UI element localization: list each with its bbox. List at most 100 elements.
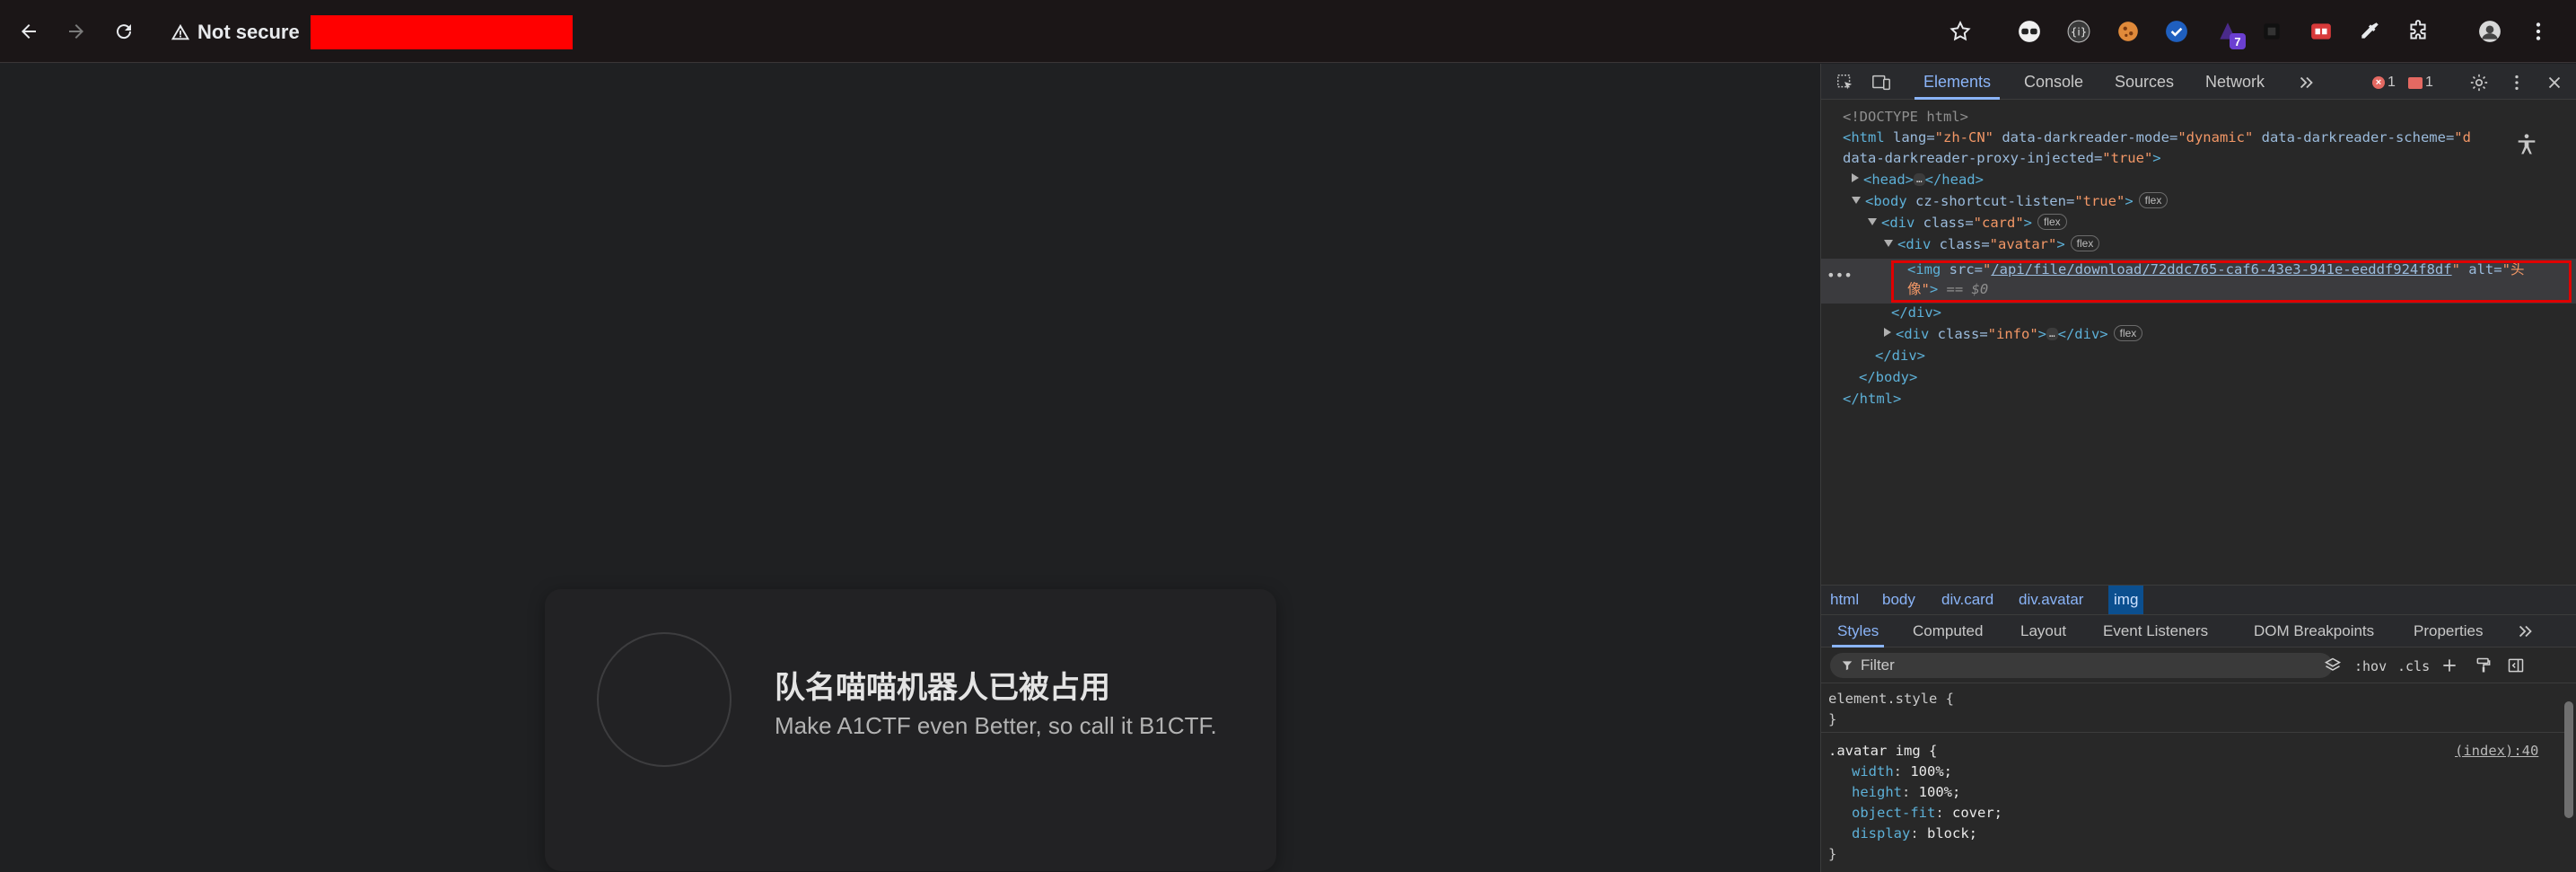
message-counter[interactable]: 1 xyxy=(2408,73,2433,92)
profile-avatar-button[interactable] xyxy=(2475,17,2504,46)
styles-filter-input[interactable] xyxy=(1861,656,2309,674)
dom-div-card[interactable]: <div class="card"> flex xyxy=(1868,213,2067,233)
breadcrumb-div-avatar[interactable]: div.avatar xyxy=(2013,586,2089,614)
bookmark-star-button[interactable] xyxy=(1946,17,1975,46)
forward-button[interactable] xyxy=(60,15,92,48)
extension-darkreader-button[interactable] xyxy=(2015,17,2044,46)
grid-square-icon xyxy=(2264,23,2280,40)
kebab-menu-icon xyxy=(2515,75,2519,91)
dom-div-info[interactable]: <div class="info">… </div> flex xyxy=(1884,324,2143,344)
hov-toggle[interactable]: :hov xyxy=(2354,656,2387,676)
warning-icon xyxy=(171,22,190,42)
fi-icon: {i} xyxy=(2067,20,2090,43)
rule-source-link[interactable]: (index):40 xyxy=(2455,741,2538,761)
extension-check-button[interactable] xyxy=(2162,17,2191,46)
tab-elements[interactable]: Elements xyxy=(1914,64,2001,100)
device-toolbar-button[interactable] xyxy=(1870,71,1893,94)
dom-body-open[interactable]: <body cz-shortcut-listen="true"> flex xyxy=(1852,191,2169,211)
subtab-event-listeners[interactable]: Event Listeners xyxy=(2103,615,2208,647)
breadcrumb-html[interactable]: html xyxy=(1825,586,1864,614)
styles-filter-field[interactable] xyxy=(1830,653,2333,678)
cls-toggle[interactable]: .cls xyxy=(2397,656,2430,676)
collapsed-ellipsis[interactable]: … xyxy=(2046,328,2058,340)
paint-button[interactable] xyxy=(2475,656,2493,676)
avatar-img-selector[interactable]: .avatar img { xyxy=(1828,741,1937,761)
tab-sources[interactable]: Sources xyxy=(2115,64,2174,100)
css-property-row[interactable]: height: 100%; xyxy=(1852,782,1960,802)
eyedropper-button[interactable] xyxy=(2355,17,2384,46)
back-arrow-icon xyxy=(22,24,36,39)
breadcrumb-div-card[interactable]: div.card xyxy=(1936,586,1999,614)
tab-console[interactable]: Console xyxy=(2024,64,2083,100)
dom-body-close[interactable]: </body> xyxy=(1859,367,1917,387)
redacted-url xyxy=(310,15,573,49)
breadcrumb-body[interactable]: body xyxy=(1877,586,1921,614)
reload-button[interactable] xyxy=(108,15,140,48)
checkmark-shield-icon xyxy=(2166,21,2187,42)
add-rule-button[interactable] xyxy=(2440,656,2458,676)
star-icon xyxy=(1950,21,1971,41)
dom-html-close[interactable]: </html> xyxy=(1843,389,1901,409)
sidebar-toggle-icon xyxy=(2508,658,2524,673)
subtab-layout[interactable]: Layout xyxy=(2020,615,2066,647)
kebab-menu-icon xyxy=(2536,22,2541,40)
extension-cookie-button[interactable] xyxy=(2114,17,2142,46)
collapse-triangle-icon[interactable] xyxy=(1868,218,1877,225)
tab-network[interactable]: Network xyxy=(2205,64,2265,100)
svg-text:{i}: {i} xyxy=(2071,25,2087,38)
layers-button[interactable] xyxy=(2324,656,2342,676)
dom-html-open-cont[interactable]: data-darkreader-proxy-injected="true"> xyxy=(1843,148,2161,168)
security-status[interactable]: Not secure xyxy=(197,21,300,44)
css-property-row[interactable]: object-fit: cover; xyxy=(1852,803,2002,823)
page-viewport: 队名喵喵机器人已被占用 Make A1CTF even Better, so c… xyxy=(0,64,1820,872)
expand-triangle-icon[interactable] xyxy=(1852,173,1859,182)
flex-badge[interactable]: flex xyxy=(2138,192,2169,208)
flex-badge[interactable]: flex xyxy=(2113,325,2143,341)
devtools-close-button[interactable] xyxy=(2543,71,2566,94)
css-property-row[interactable]: width: 100%; xyxy=(1852,762,1952,781)
styles-scroll-thumb[interactable] xyxy=(2564,701,2573,818)
dom-doctype[interactable]: <!DOCTYPE html> xyxy=(1843,107,1968,127)
inspect-element-button[interactable] xyxy=(1834,71,1857,94)
dom-div-card-close[interactable]: </div> xyxy=(1875,346,1925,366)
accessibility-icon[interactable] xyxy=(2514,132,2539,157)
error-counter[interactable]: × 1 xyxy=(2372,73,2396,92)
styles-scrollbar[interactable] xyxy=(2564,689,2573,868)
subtab-dom-breakpoints[interactable]: DOM Breakpoints xyxy=(2254,615,2374,647)
extensions-puzzle-button[interactable] xyxy=(2404,17,2432,46)
toggle-sidebar-button[interactable] xyxy=(2507,656,2525,676)
subtab-styles[interactable]: Styles xyxy=(1827,615,1888,647)
extension-hat-button[interactable]: 7 xyxy=(2213,17,2246,49)
devtools-settings-button[interactable] xyxy=(2467,71,2491,94)
extension-red-button[interactable] xyxy=(2307,17,2335,46)
more-tabs-button[interactable] xyxy=(2295,71,2318,94)
double-chevron-right-icon xyxy=(2300,76,2313,89)
dom-head[interactable]: <head>… </head> xyxy=(1852,170,1984,189)
rule-divider xyxy=(1821,732,2566,733)
error-count-value: 1 xyxy=(2388,75,2396,90)
rule-close-brace: } xyxy=(1828,846,1837,862)
collapsed-ellipsis[interactable]: … xyxy=(1914,173,1925,186)
dom-div-avatar[interactable]: <div class="avatar"> flex xyxy=(1884,234,2100,254)
css-property-row[interactable]: display: block; xyxy=(1852,824,1977,843)
expand-triangle-icon[interactable] xyxy=(1884,328,1891,337)
styles-subtab-bar: Styles Computed Layout Event Listeners D… xyxy=(1821,615,2576,647)
more-subtabs-button[interactable] xyxy=(2514,620,2537,643)
back-button[interactable] xyxy=(13,15,45,48)
flex-badge[interactable]: flex xyxy=(2070,235,2100,251)
dom-html-open[interactable]: <html lang="zh-CN" data-darkreader-mode=… xyxy=(1843,128,2471,147)
subtab-computed[interactable]: Computed xyxy=(1913,615,1983,647)
node-actions-dots[interactable]: ••• xyxy=(1827,267,1853,284)
breadcrumb-img[interactable]: img xyxy=(2108,586,2144,614)
browser-menu-button[interactable] xyxy=(2524,17,2553,46)
extension-fi-button[interactable]: {i} xyxy=(2064,17,2093,46)
collapse-triangle-icon[interactable] xyxy=(1884,240,1893,247)
flex-badge[interactable]: flex xyxy=(2037,214,2067,230)
dom-div-avatar-close[interactable]: </div> xyxy=(1891,303,1941,322)
address-bar[interactable]: Not secure xyxy=(171,14,573,50)
element-style-rule[interactable]: element.style { xyxy=(1828,689,1954,709)
subtab-properties[interactable]: Properties xyxy=(2414,615,2483,647)
collapse-triangle-icon[interactable] xyxy=(1852,197,1861,204)
extension-dark-button[interactable] xyxy=(2257,17,2286,46)
devtools-menu-button[interactable] xyxy=(2505,71,2528,94)
